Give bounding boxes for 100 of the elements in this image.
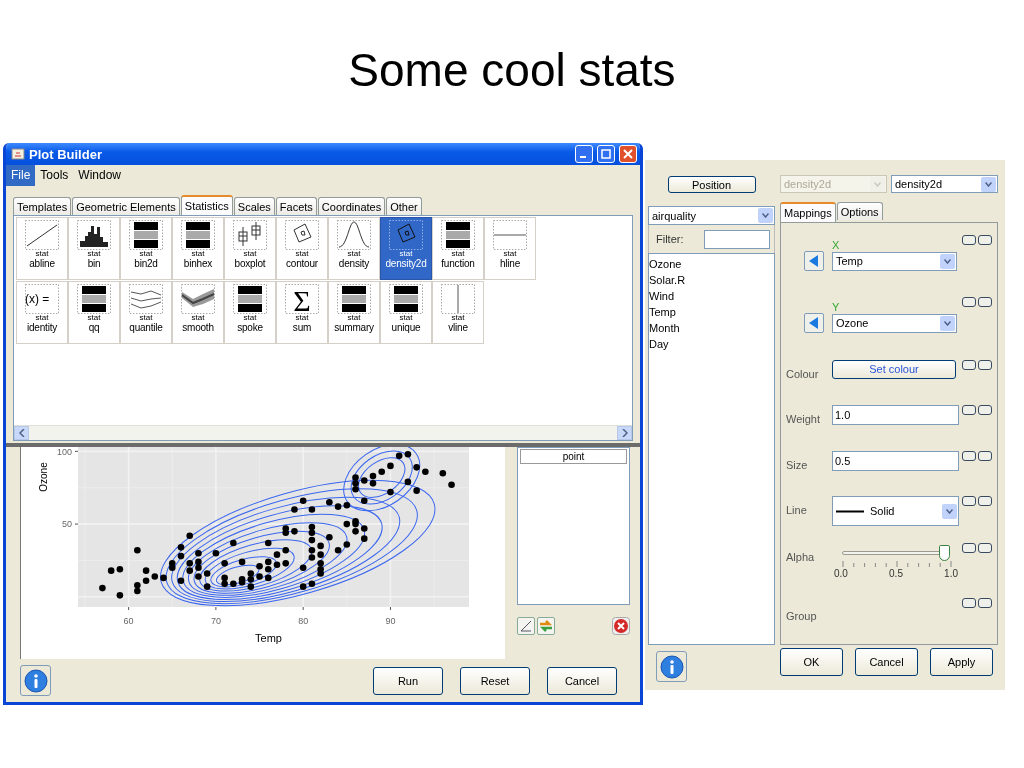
tab[interactable]: Other [386,197,422,215]
data-point [439,469,447,477]
toggle-button[interactable] [978,496,992,507]
position-button[interactable]: Position [667,176,756,193]
line-type-combo[interactable]: Solid [832,496,959,527]
toggle-button[interactable] [978,598,992,609]
stat-tile[interactable]: stat bin [68,217,120,280]
field-label: Group [786,609,818,623]
toggle-button[interactable] [962,450,976,461]
scroll-right-button[interactable] [617,426,632,440]
tab[interactable]: Scales [233,197,275,215]
tab[interactable]: Geometric Elements [72,197,180,215]
tick-label: 0.5 [889,567,903,579]
toggle-button[interactable] [962,359,976,370]
stat-tile[interactable]: stat vline [432,281,484,344]
stat-tile[interactable]: stat density2d [380,217,432,280]
variable-combo[interactable]: Temp [832,251,957,271]
scroll-left-button[interactable] [14,426,29,440]
tab[interactable]: Options [836,202,883,220]
data-point [238,558,246,566]
stat-tile[interactable]: stat smooth [172,281,224,344]
toggle-button[interactable] [978,359,992,370]
data-point [291,528,298,535]
maximize-button[interactable] [597,145,615,163]
tab[interactable]: Statistics [180,195,233,215]
slider-thumb[interactable] [939,544,950,561]
stat-tile[interactable]: stat unique [380,281,432,344]
toggle-button[interactable] [978,405,992,416]
dataset-combo[interactable]: airquality [648,206,775,225]
toggle-button[interactable] [978,297,992,308]
toggle-button[interactable] [962,235,976,245]
dialog-button[interactable]: Cancel [855,648,918,676]
data-point [203,583,211,590]
stat-tile[interactable]: stat qq [68,281,120,344]
stat-tile[interactable]: stat quantile [120,281,172,344]
menu-item[interactable]: File [6,165,36,186]
edit-button[interactable] [517,617,535,635]
field-label: Alpha [786,549,816,563]
variable-item[interactable]: Wind [649,288,774,304]
left-arrow-icon [809,317,819,330]
set-colour-button[interactable]: Set colour [832,359,956,379]
stat-tile[interactable]: stat hline [484,217,536,280]
info-icon [659,654,684,679]
dialog-button[interactable]: Apply [930,648,993,676]
toggle-button[interactable] [962,405,976,416]
layer-item[interactable]: point [520,449,627,464]
stat-tile[interactable]: (x) = stat identity [16,281,68,344]
toggle-button[interactable] [978,542,992,553]
info-button[interactable] [656,651,687,682]
geom-combo[interactable]: density2d [891,175,998,193]
input-field[interactable]: 0.5 [832,450,959,471]
stat-tile[interactable]: stat abline [16,217,68,280]
alpha-slider[interactable]: 0.0 0.5 1.0 [834,542,958,583]
dialog-button[interactable]: Run [373,666,443,695]
variable-combo[interactable]: Ozone [832,313,957,333]
input-field[interactable]: 1.0 [832,405,959,426]
stat-tile[interactable]: stat spoke [224,281,276,344]
toggle-button[interactable] [962,598,976,609]
variable-item[interactable]: Ozone [649,256,774,272]
stat-tile[interactable]: Σstat sum [276,281,328,344]
delete-icon[interactable] [612,617,630,635]
assign-button[interactable] [804,313,824,334]
toggle-button[interactable] [962,297,976,308]
stat-tile[interactable]: stat boxplot [224,217,276,280]
stat-tile[interactable]: stat summary [328,281,380,344]
close-button[interactable] [619,145,637,163]
minimize-button[interactable] [575,145,593,163]
diagonal-line-icon [520,620,532,632]
menu-item[interactable]: Tools [35,165,74,186]
tab[interactable]: Mappings [780,202,836,222]
toggle-button[interactable] [978,450,992,461]
bell-curve-icon [336,220,372,250]
window-title: Plot Builder [29,146,103,162]
stat-tile[interactable]: stat bin2d [120,217,172,280]
dialog-button[interactable]: OK [780,648,843,676]
tab[interactable]: Coordinates [317,197,386,215]
boxplot-icon [232,220,268,250]
toggle-button[interactable] [962,542,976,553]
info-button[interactable] [20,665,51,696]
stat-tile[interactable]: stat function [432,217,484,280]
toggle-button[interactable] [962,496,976,507]
tab[interactable]: Facets [275,197,317,215]
assign-button[interactable] [804,251,824,271]
tab[interactable]: Templates [13,197,72,215]
stat-tile[interactable]: stat density [328,217,380,280]
stat-tile[interactable]: stat contour [276,217,328,280]
stat-tile[interactable]: stat binhex [172,217,224,280]
variable-item[interactable]: Temp [649,304,774,320]
filter-field[interactable] [704,229,770,249]
dialog-button[interactable]: Cancel [547,666,617,695]
menu-item[interactable]: Window [73,165,127,186]
variable-item[interactable]: Day [649,336,774,352]
dialog-button[interactable]: Reset [460,666,530,695]
horizontal-scrollbar[interactable] [14,425,632,440]
toggle-button[interactable] [978,235,992,245]
field-label: Colour [786,366,820,380]
close-icon [623,149,633,159]
swap-button[interactable] [537,617,555,635]
variable-item[interactable]: Month [649,320,774,336]
variable-item[interactable]: Solar.R [649,272,774,288]
